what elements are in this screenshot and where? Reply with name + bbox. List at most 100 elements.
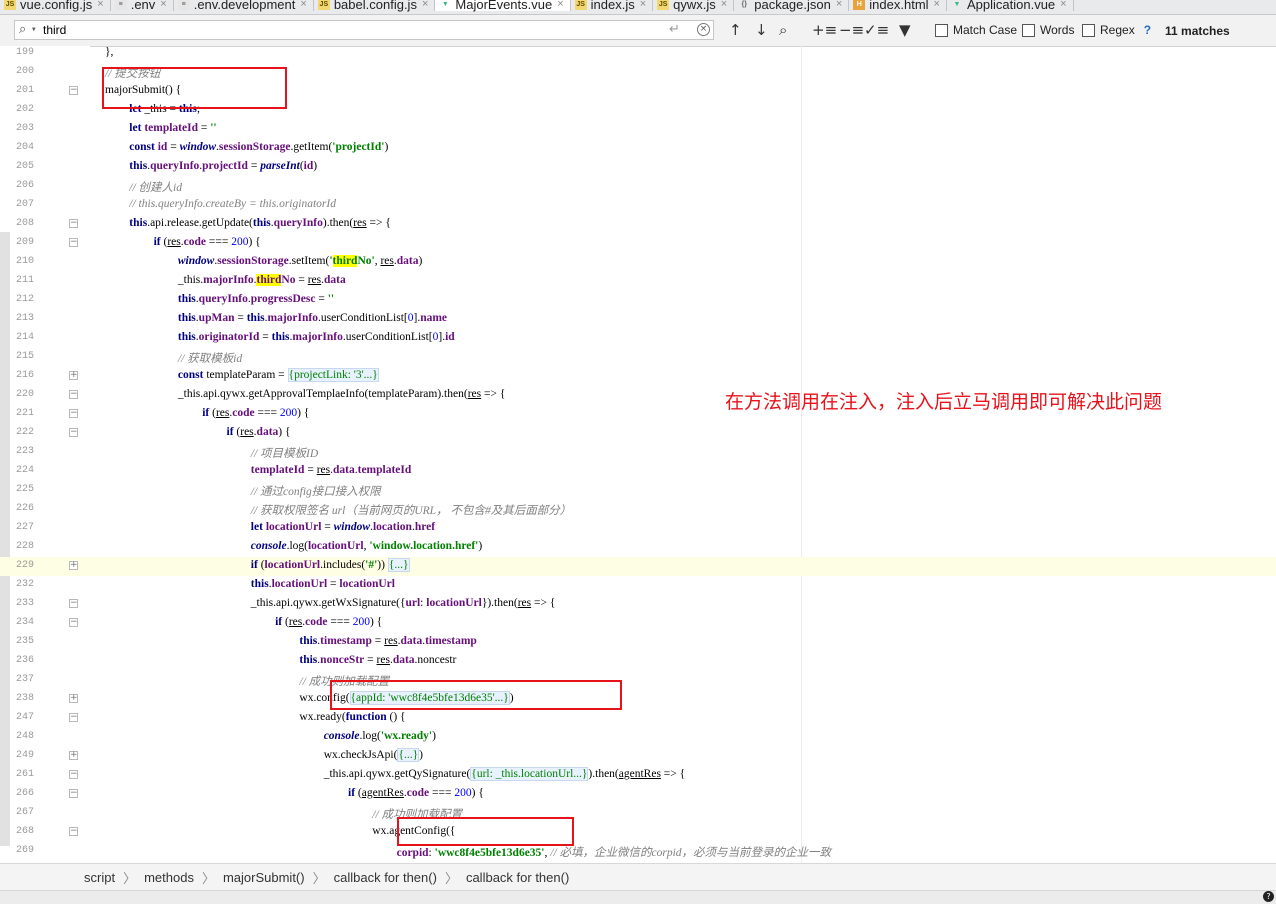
code-line[interactable]: 210 window.sessionStorage.setItem('thirdN… [0,253,1276,272]
regex-checkbox[interactable] [1082,23,1095,37]
help-icon[interactable]: ? [1263,891,1274,902]
close-icon[interactable]: × [97,0,103,10]
code-line[interactable]: 215 // 获取模板id [0,348,1276,367]
breadcrumb-item[interactable]: callback for then() [334,870,437,885]
collapse-fold-icon[interactable]: − [69,599,78,608]
collapse-fold-icon[interactable]: − [69,219,78,228]
find-all-icon[interactable]: ⌕ [779,21,787,39]
words-option[interactable]: Words [1022,23,1074,37]
select-all-occurrences-icon[interactable]: ✓≡ [864,21,889,39]
code-line[interactable]: 224 templateId = res.data.templateId [0,462,1276,481]
breadcrumb-item[interactable]: methods [144,870,194,885]
previous-occurrence-button[interactable]: ↑ [729,21,742,39]
next-occurrence-button[interactable]: ↓ [755,21,768,39]
code-line[interactable]: 216 + const templateParam = {projectLink: … [0,367,1276,386]
breadcrumb-item[interactable]: callback for then() [466,870,569,885]
code-line[interactable]: 268− wx.agentConfig({ [0,823,1276,842]
code-line[interactable]: 269 corpid: 'wwc8f4e5bfe13d6e35', // 必填，企… [0,842,1276,861]
breadcrumb-item[interactable]: majorSubmit() [223,870,305,885]
code-line[interactable]: 223 // 项目模板ID [0,443,1276,462]
collapse-fold-icon[interactable]: − [69,428,78,437]
code-line[interactable]: 229 + if (locationUrl.includes('#')) {...} [0,557,1276,576]
expand-fold-icon[interactable]: + [69,751,78,760]
regex-option[interactable]: Regex ? [1082,23,1151,37]
regex-help-link[interactable]: ? [1144,23,1151,37]
tab-index-html[interactable]: Hindex.html × [849,0,947,12]
tab-application-vue[interactable]: ▼ Application.vue × [947,0,1074,12]
code-line[interactable]: 235 this.timestamp = res.data.timestamp [0,633,1276,652]
code-editor[interactable]: 199}, 200// 提交按钮 201− majorSubmit() {202 let… [0,46,1276,863]
collapse-fold-icon[interactable]: − [69,827,78,836]
code-line[interactable]: 208 − this.api.release.getUpdate(this.quer… [0,215,1276,234]
collapse-fold-icon[interactable]: − [69,713,78,722]
tab-majorevents-vue[interactable]: ▼ MajorEvents.vue × [435,0,571,12]
code-line[interactable]: 199}, [0,46,1276,63]
code-line[interactable]: 211 _this.majorInfo.thirdNo = res.data [0,272,1276,291]
match-case-option[interactable]: Match Case [935,23,1017,37]
collapse-fold-icon[interactable]: − [69,409,78,418]
code-line[interactable]: 222 − if (res.data) { [0,424,1276,443]
close-icon[interactable]: × [300,0,306,10]
code-line[interactable]: 267// 成功则加载配置 [0,804,1276,823]
add-occurrence-icon[interactable]: +≡ [812,21,837,39]
close-icon[interactable]: × [640,0,646,10]
breadcrumb-item[interactable]: script [84,870,115,885]
code-line[interactable]: 232 this.locationUrl = locationUrl [0,576,1276,595]
close-icon[interactable]: × [836,0,842,10]
remove-occurrence-icon[interactable]: −≡ [839,21,864,39]
code-line[interactable]: 209 − if (res.code === 200) { [0,234,1276,253]
close-icon[interactable]: × [160,0,166,10]
code-line[interactable]: 214 this.originatorId = this.majorInfo.us… [0,329,1276,348]
code-line[interactable]: 207 // this.queryInfo.createBy = this.ori… [0,196,1276,215]
code-line[interactable]: 203 let templateId = '' [0,120,1276,139]
expand-fold-icon[interactable]: + [69,561,78,570]
code-line[interactable]: 236 this.nonceStr = res.data.noncestr [0,652,1276,671]
tab-vue-config-js[interactable]: JS vue.config.js × [0,0,111,12]
collapse-fold-icon[interactable]: − [69,238,78,247]
code-line[interactable]: 227 let locationUrl = window.location.hre… [0,519,1276,538]
new-line-icon[interactable]: ↵ [669,22,680,37]
expand-fold-icon[interactable]: + [69,371,78,380]
code-line[interactable]: 233 − _this.api.qywx.getWxSignature({url: … [0,595,1276,614]
code-line[interactable]: 228 console.log(locationUrl, 'window.loca… [0,538,1276,557]
expand-fold-icon[interactable]: + [69,694,78,703]
tab-babel-config-js[interactable]: JS babel.config.js × [314,0,436,12]
tab-qywx-js[interactable]: JS qywx.js × [653,0,735,12]
collapse-fold-icon[interactable]: − [69,789,78,798]
code-line[interactable]: 213 this.upMan = this.majorInfo.userCondi… [0,310,1276,329]
close-icon[interactable]: × [721,0,727,10]
code-line[interactable]: 226 // 获取权限签名 url（当前网页的URL， 不包含#及其后面部分） [0,500,1276,519]
tab-env[interactable]: ≡ .env × [111,0,174,12]
code-line[interactable]: 248 console.log('wx.ready') [0,728,1276,747]
match-case-checkbox[interactable] [935,23,948,37]
code-line[interactable]: 261 − _this.api.qywx.getQySignature({url: … [0,766,1276,785]
words-checkbox[interactable] [1022,23,1035,37]
close-icon[interactable]: × [934,0,940,10]
code-line[interactable]: 238 + wx.config({appId: 'wwc8f4e5bfe13d6e3… [0,690,1276,709]
code-line[interactable]: 212 this.queryInfo.progressDesc = '' [0,291,1276,310]
clear-search-icon[interactable]: × [697,23,710,36]
filter-icon[interactable]: ▼ [899,21,911,39]
collapse-fold-icon[interactable]: − [69,770,78,779]
code-line[interactable]: 204 const id = window.sessionStorage.getI… [0,139,1276,158]
tab-index-js[interactable]: JS index.js × [571,0,654,12]
collapse-fold-icon[interactable]: − [69,618,78,627]
search-input[interactable] [43,22,643,38]
code-line[interactable]: 234 − if (res.code === 200) { [0,614,1276,633]
code-line[interactable]: 249 + wx.checkJsApi({...}) [0,747,1276,766]
close-icon[interactable]: × [1060,0,1066,10]
code-line[interactable]: 205 this.queryInfo.projectId = parseInt(i… [0,158,1276,177]
history-dropdown-icon[interactable]: ▼ [32,26,36,33]
collapse-fold-icon[interactable]: − [69,390,78,399]
code-line[interactable]: 225 // 通过config接口接入权限 [0,481,1276,500]
tab-package-json[interactable]: {} package.json × [734,0,850,12]
code-line[interactable]: 247 − wx.ready(function () { [0,709,1276,728]
collapse-fold-icon[interactable]: − [69,86,78,95]
close-icon[interactable]: × [422,0,428,10]
tab-env-development[interactable]: ≡ .env.development × [174,0,314,12]
code-line[interactable]: 206 // 创建人id [0,177,1276,196]
search-icon[interactable]: ⌕ [19,22,26,37]
code-line[interactable]: 266 − if (agentRes.code === 200) { [0,785,1276,804]
code-line[interactable]: 237// 成功则加载配置 [0,671,1276,690]
close-icon[interactable]: × [557,0,563,10]
